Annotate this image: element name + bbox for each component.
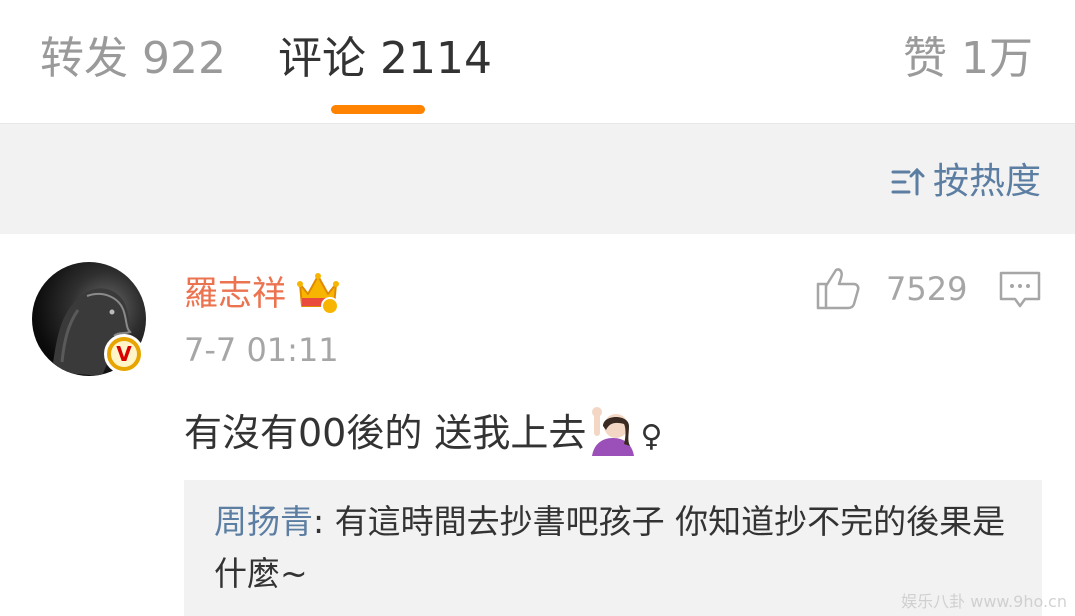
- watermark: 娱乐八卦 www.9ho.cn: [901, 592, 1067, 611]
- female-sign-text: ♀: [640, 419, 663, 454]
- tab-repost[interactable]: 转发 922: [40, 30, 226, 88]
- verified-v-icon: V: [104, 334, 144, 374]
- sort-bar: 按热度: [0, 124, 1075, 234]
- comment-username[interactable]: 羅志祥: [184, 272, 286, 316]
- sort-label: 按热度: [932, 161, 1041, 202]
- tab-likes[interactable]: 赞 1万: [903, 30, 1033, 88]
- sort-up-icon: [891, 167, 925, 196]
- comment-bubble-icon[interactable]: [998, 270, 1042, 310]
- person-raising-hand-emoji: [592, 407, 635, 456]
- reply-line: 周扬青: 有這時間去抄書吧孩子 你知道抄不完的後果是什麼~: [214, 496, 1014, 600]
- active-tab-indicator: [331, 105, 425, 114]
- reply-text: 有這時間去抄書吧孩子 你知道抄不完的後果是什麼~: [214, 502, 1006, 593]
- reply-author[interactable]: 周扬青: [214, 502, 313, 541]
- comment-text: 有沒有00後的 送我上去 ♀: [184, 406, 662, 462]
- tab-comments[interactable]: 评论 2114: [278, 30, 492, 88]
- reply-separator: :: [313, 502, 325, 541]
- thumbs-up-icon[interactable]: [814, 264, 862, 312]
- comment-timestamp: 7-7 01:11: [184, 331, 339, 369]
- tabs-header: 转发 922 评论 2114 赞 1万: [0, 0, 1075, 124]
- crown-icon: [297, 273, 339, 315]
- comment-item: V 羅志祥 7-7 01:11 7529 有沒有00後的 送我上去 ♀ 周扬青:…: [0, 234, 1075, 616]
- comment-text-main: 有沒有00後的 送我上去: [184, 411, 587, 455]
- sort-button[interactable]: 按热度: [891, 160, 1041, 204]
- like-count: 7529: [886, 270, 968, 308]
